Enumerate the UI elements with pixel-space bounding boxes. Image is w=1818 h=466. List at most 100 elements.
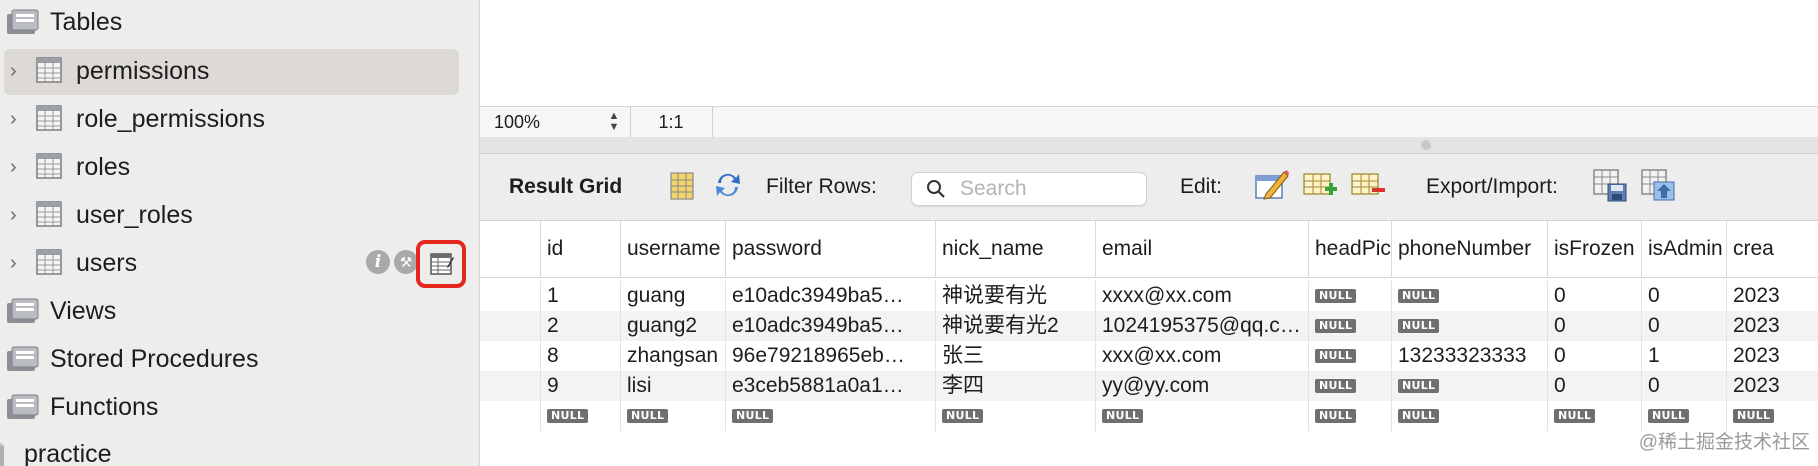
grid-cell[interactable]: guang	[620, 281, 725, 311]
grid-cell[interactable]: NULL	[1547, 401, 1641, 431]
grid-cell[interactable]: NULL	[1308, 311, 1391, 341]
grid-cell[interactable]: 9	[540, 371, 620, 401]
zoom-select[interactable]: 100% ▲ ▼	[480, 107, 631, 137]
column-header[interactable]: isAdmin	[1641, 221, 1726, 277]
table-row[interactable]: 2 guang2 e10adc3949ba5… 神说要有光2 1024195375@qq…	[480, 311, 1818, 341]
sidebar-item-permissions[interactable]: › permissions	[0, 49, 479, 95]
grid-cell[interactable]: 96e79218965eb…	[725, 341, 935, 371]
grid-cell[interactable]: 0	[1641, 311, 1726, 341]
chevron-right-icon[interactable]: ›	[10, 157, 30, 177]
column-header[interactable]: username	[620, 221, 725, 277]
sidebar-item-roles[interactable]: › roles	[0, 145, 479, 189]
grid-cell[interactable]: e3ceb5881a0a1…	[725, 371, 935, 401]
grid-cell[interactable]: yy@yy.com	[1095, 371, 1308, 401]
grid-cell[interactable]: NULL	[1308, 341, 1391, 371]
result-grid[interactable]: id username password nick_name email headPic p…	[480, 221, 1818, 466]
filter-search-input[interactable]	[960, 175, 1135, 203]
chevron-right-icon[interactable]: ›	[10, 109, 30, 129]
refresh-icon[interactable]	[712, 169, 744, 201]
column-header[interactable]: headPic	[1308, 221, 1391, 277]
column-header[interactable]: isFrozen	[1547, 221, 1641, 277]
grid-cell[interactable]: 神说要有光2	[935, 311, 1095, 341]
grid-cell[interactable]: 1	[1641, 341, 1726, 371]
sidebar-folder-tables[interactable]: Tables	[0, 0, 479, 44]
up-down-stepper-icon[interactable]: ▲ ▼	[606, 111, 622, 133]
splitter-handle[interactable]	[1421, 140, 1431, 150]
grid-cell[interactable]: 0	[1547, 341, 1641, 371]
delete-row-icon[interactable]	[1350, 170, 1386, 200]
table-data-grid-button[interactable]	[416, 240, 466, 288]
sidebar-item-label: role_permissions	[76, 105, 265, 133]
grid-cell[interactable]: 0	[1547, 281, 1641, 311]
grid-cell[interactable]: 0	[1641, 371, 1726, 401]
grid-cell[interactable]: e10adc3949ba5…	[725, 281, 935, 311]
column-header[interactable]: phoneNumber	[1391, 221, 1547, 277]
column-header[interactable]: id	[540, 221, 620, 277]
grid-cell[interactable]: 0	[1547, 371, 1641, 401]
grid-cell[interactable]: 8	[540, 341, 620, 371]
wrench-icon[interactable]: ⚒	[394, 250, 418, 274]
grid-cell[interactable]: 李四	[935, 371, 1095, 401]
import-icon[interactable]	[1640, 166, 1676, 202]
grid-cell[interactable]: 1	[540, 281, 620, 311]
sidebar-folder-views[interactable]: Views	[0, 289, 479, 333]
grid-cell[interactable]: 0	[1641, 281, 1726, 311]
schema-navigator: Tables › permissions › role_permissions …	[0, 0, 480, 466]
grid-cell[interactable]: xxxx@xx.com	[1095, 281, 1308, 311]
null-badge: NULL	[1315, 379, 1357, 394]
grid-cell[interactable]: NULL	[1308, 401, 1391, 431]
grid-cell[interactable]: 神说要有光	[935, 281, 1095, 311]
grid-cell[interactable]: 2023	[1726, 371, 1818, 401]
grid-cell[interactable]: NULL	[1308, 371, 1391, 401]
grid-cell[interactable]: 2023	[1726, 311, 1818, 341]
grid-cell[interactable]: NULL	[1391, 311, 1547, 341]
grid-cell[interactable]: NULL	[1308, 281, 1391, 311]
grid-cell[interactable]: NULL	[1391, 371, 1547, 401]
column-toggle-icon[interactable]	[669, 171, 695, 201]
filter-search-box[interactable]	[911, 172, 1147, 206]
grid-cell[interactable]: 2023	[1726, 341, 1818, 371]
grid-cell[interactable]: NULL	[935, 401, 1095, 431]
panel-splitter[interactable]	[480, 137, 1818, 154]
sidebar-schema-practice[interactable]: practice	[0, 432, 479, 466]
grid-cell[interactable]: NULL	[620, 401, 725, 431]
table-row[interactable]: NULL NULL NULL NULL NULL NULL NULL NULL NULL NULL	[480, 401, 1818, 431]
grid-cell[interactable]: lisi	[620, 371, 725, 401]
grid-cell[interactable]: NULL	[1095, 401, 1308, 431]
sidebar-folder-stored-procedures[interactable]: Stored Procedures	[0, 337, 479, 381]
table-row[interactable]: 1 guang e10adc3949ba5… 神说要有光 xxxx@xx.com NULL…	[480, 281, 1818, 311]
column-header[interactable]: password	[725, 221, 935, 277]
column-header[interactable]: crea	[1726, 221, 1818, 277]
null-badge: NULL	[1102, 409, 1144, 424]
grid-cell[interactable]: 1024195375@qq.com	[1095, 311, 1308, 341]
sidebar-folder-functions[interactable]: Functions	[0, 385, 479, 429]
chevron-right-icon[interactable]: ›	[10, 253, 30, 273]
table-row[interactable]: 8 zhangsan 96e79218965eb… 张三 xxx@xx.com NULL 1…	[480, 341, 1818, 371]
sidebar-item-users[interactable]: › users i ⚒	[0, 240, 479, 288]
grid-cell[interactable]: NULL	[725, 401, 935, 431]
sql-editor-area[interactable]	[480, 0, 1818, 106]
grid-cell[interactable]: 2	[540, 311, 620, 341]
export-icon[interactable]	[1592, 168, 1628, 202]
edit-row-icon[interactable]	[1254, 168, 1290, 202]
chevron-right-icon[interactable]: ›	[10, 205, 30, 225]
grid-cell[interactable]: NULL	[540, 401, 620, 431]
grid-cell[interactable]: 13233323333	[1391, 341, 1547, 371]
info-icon[interactable]: i	[366, 250, 390, 274]
grid-cell[interactable]: 张三	[935, 341, 1095, 371]
sidebar-item-role-permissions[interactable]: › role_permissions	[0, 97, 479, 141]
column-header[interactable]: nick_name	[935, 221, 1095, 277]
grid-cell[interactable]: guang2	[620, 311, 725, 341]
add-row-icon[interactable]	[1302, 170, 1338, 200]
chevron-right-icon[interactable]: ›	[10, 61, 30, 81]
grid-cell[interactable]: xxx@xx.com	[1095, 341, 1308, 371]
grid-cell[interactable]: 2023	[1726, 281, 1818, 311]
grid-cell[interactable]: zhangsan	[620, 341, 725, 371]
grid-cell[interactable]: NULL	[1391, 401, 1547, 431]
grid-cell[interactable]: 0	[1547, 311, 1641, 341]
column-header[interactable]: email	[1095, 221, 1308, 277]
grid-cell[interactable]: NULL	[1391, 281, 1547, 311]
table-row[interactable]: 9 lisi e3ceb5881a0a1… 李四 yy@yy.com NULL NULL 0 0…	[480, 371, 1818, 401]
grid-cell[interactable]: e10adc3949ba5…	[725, 311, 935, 341]
sidebar-item-user-roles[interactable]: › user_roles	[0, 193, 479, 237]
